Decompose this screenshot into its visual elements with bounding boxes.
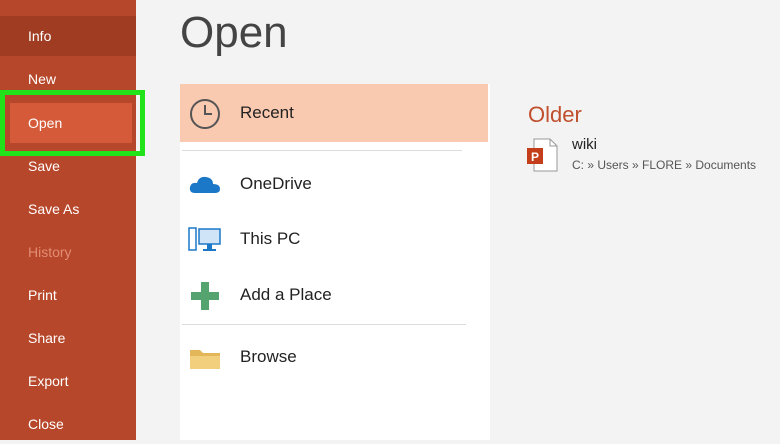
divider — [182, 150, 462, 151]
file-name: wiki — [572, 136, 597, 153]
powerpoint-file-icon: P — [527, 138, 558, 172]
nav-item-label: Print — [28, 287, 57, 303]
clock-icon — [190, 99, 220, 129]
location-add-a-place[interactable]: Add a Place — [180, 266, 488, 324]
nav-item-info[interactable]: Info — [0, 16, 136, 56]
nav-item-label: Open — [28, 115, 63, 131]
nav-item-label: Share — [28, 330, 66, 346]
location-list: Recent OneDrive This PC Add a Place Brow… — [180, 84, 490, 440]
location-label: Browse — [240, 347, 297, 366]
location-label: Add a Place — [240, 285, 332, 304]
nav-item-label: New — [28, 71, 57, 87]
divider — [182, 324, 466, 325]
location-this-pc[interactable]: This PC — [180, 210, 488, 268]
nav-item-export[interactable]: Export — [0, 361, 136, 401]
nav-item-open[interactable]: Open — [10, 103, 132, 143]
nav-item-new[interactable]: New — [0, 59, 136, 99]
location-browse[interactable]: Browse — [180, 328, 488, 386]
nav-item-share[interactable]: Share — [0, 318, 136, 358]
nav-item-save[interactable]: Save — [0, 146, 136, 186]
nav-item-label: Save — [28, 158, 60, 174]
nav-item-history: History — [0, 232, 136, 272]
nav-item-label: Info — [28, 28, 52, 44]
svg-text:P: P — [531, 150, 539, 164]
nav-item-label: History — [28, 244, 72, 260]
nav-item-save-as[interactable]: Save As — [0, 189, 136, 229]
location-label: Recent — [240, 103, 294, 122]
nav-item-print[interactable]: Print — [0, 275, 136, 315]
nav-item-label: Close — [28, 416, 64, 432]
backstage-sidebar: Info New Open Save Save As History Print… — [0, 0, 136, 440]
location-onedrive[interactable]: OneDrive — [180, 155, 488, 213]
location-label: This PC — [240, 229, 301, 248]
recent-file-item[interactable]: P wiki C: » Users » FLORE » Documents — [526, 136, 776, 176]
location-recent[interactable]: Recent — [180, 84, 488, 142]
nav-item-label: Save As — [28, 201, 80, 217]
nav-item-label: Export — [28, 373, 69, 389]
recent-files-panel: Older P wiki C: » Users » FLORE » Docume… — [490, 84, 780, 440]
location-label: OneDrive — [240, 174, 312, 193]
section-title: Older — [528, 102, 582, 127]
nav-item-close[interactable]: Close — [0, 404, 136, 444]
page-title: Open — [180, 8, 288, 57]
file-path: C: » Users » FLORE » Documents — [572, 158, 757, 172]
cloud-icon — [189, 176, 220, 193]
computer-icon — [188, 227, 221, 251]
plus-icon — [191, 282, 219, 310]
folder-icon — [190, 350, 220, 369]
